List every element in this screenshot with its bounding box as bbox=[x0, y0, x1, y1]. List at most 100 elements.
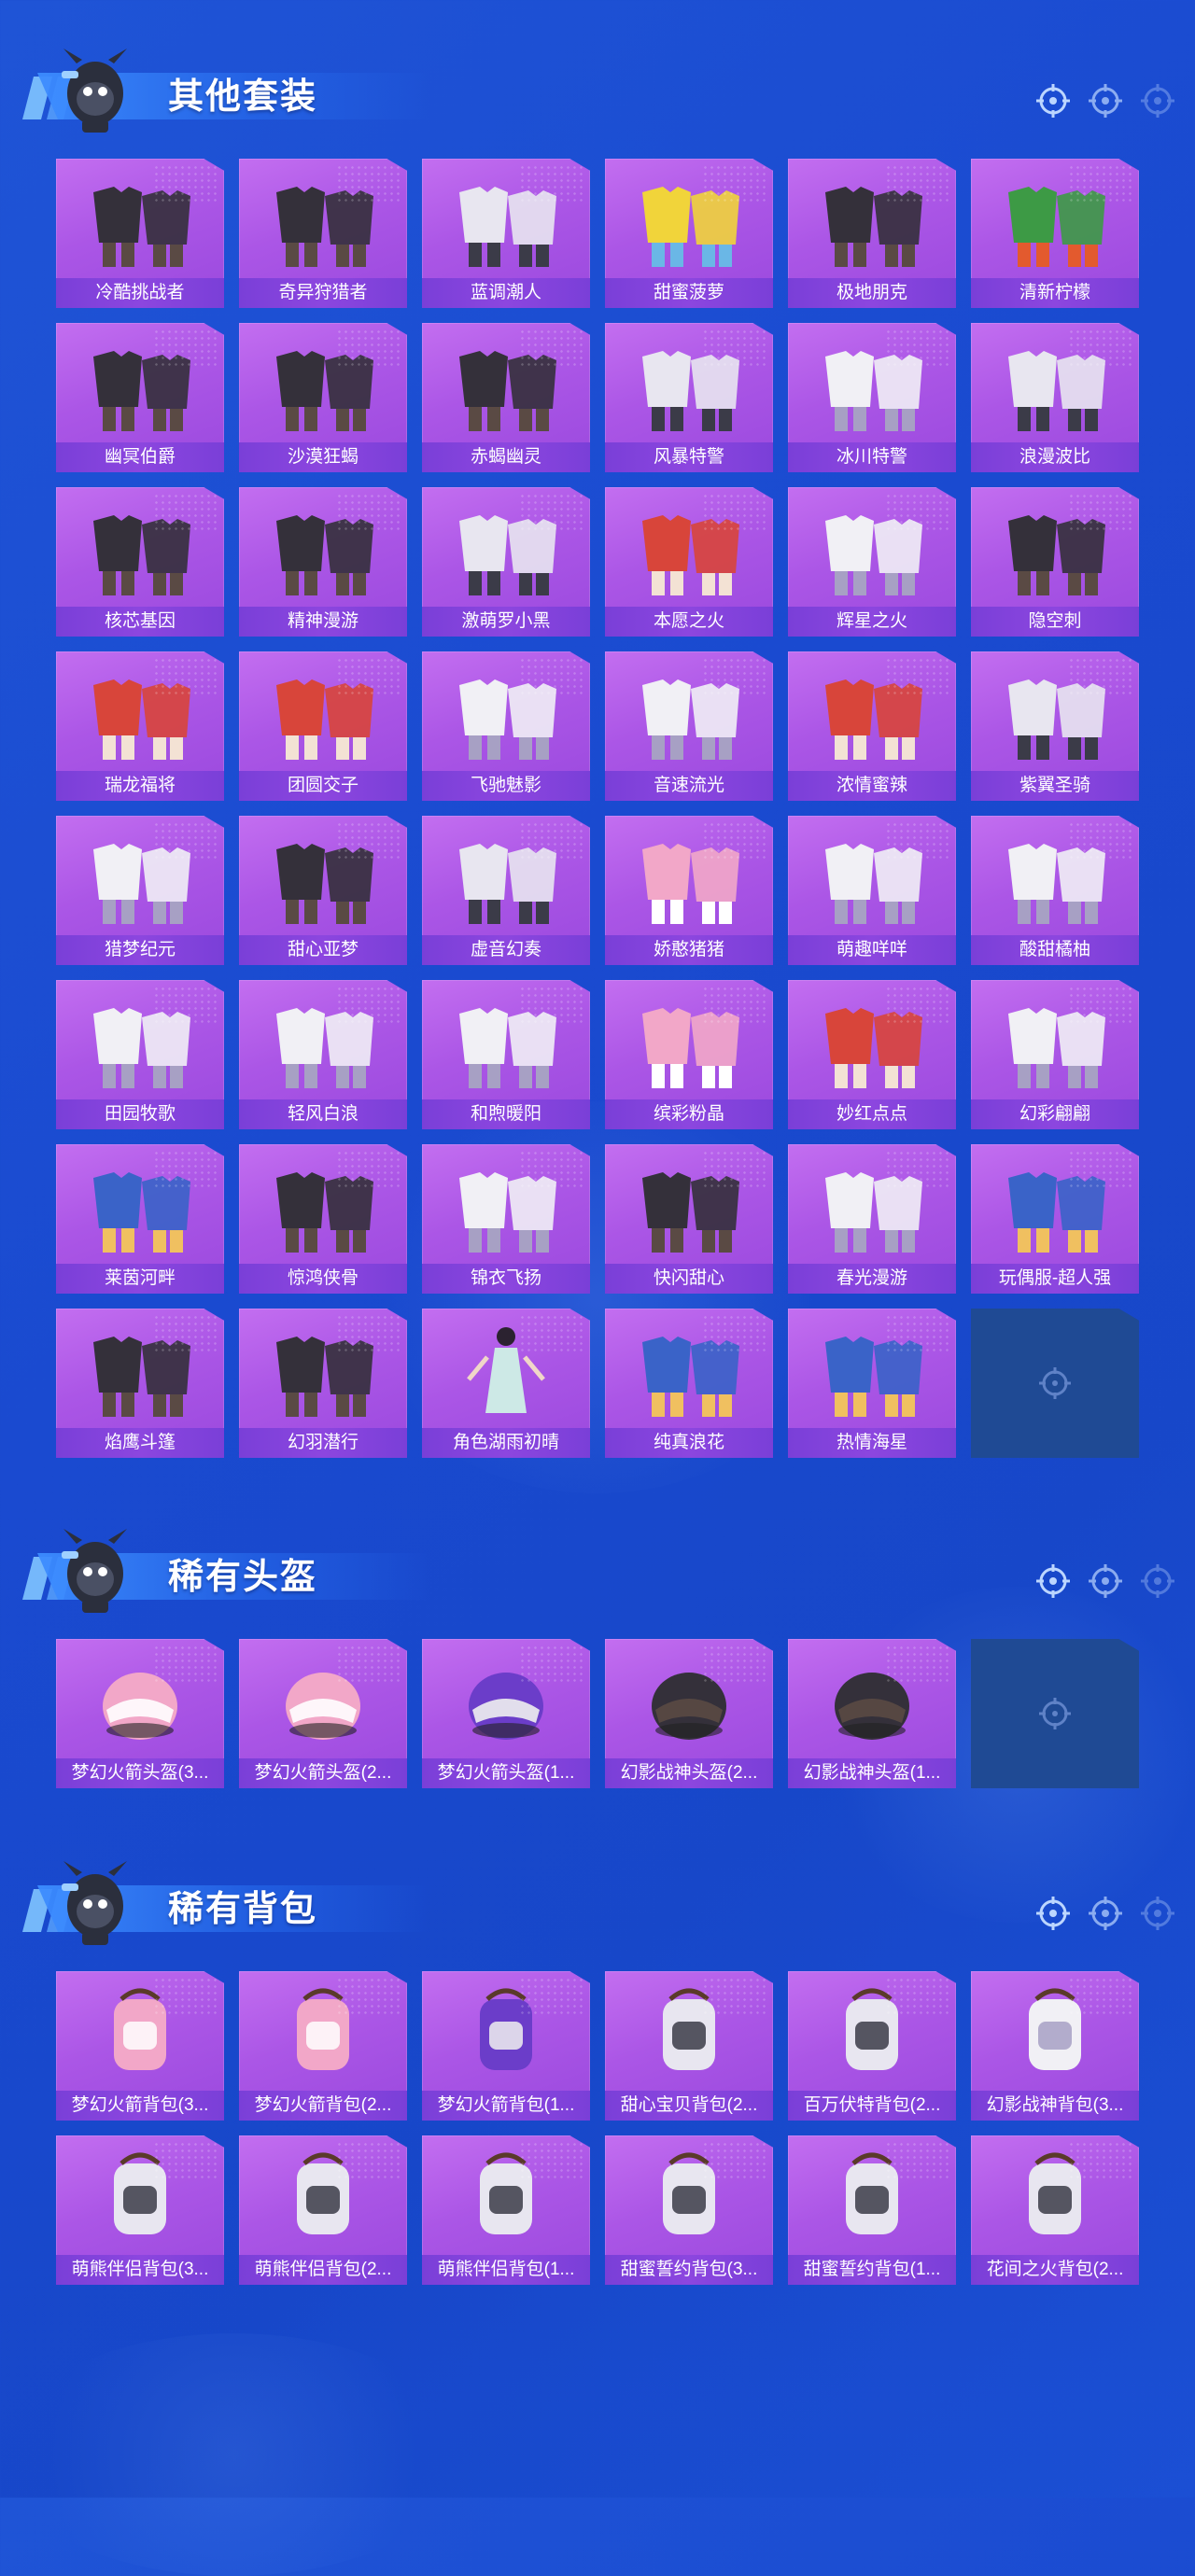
item-card[interactable]: 本愿之火 bbox=[605, 487, 773, 637]
item-card[interactable]: 梦幻火箭头盔(2... bbox=[239, 1639, 407, 1788]
item-label: 沙漠狂蝎 bbox=[239, 442, 407, 472]
item-card[interactable]: 幻彩翩翩 bbox=[971, 980, 1139, 1129]
dark-outfit-icon bbox=[93, 515, 190, 595]
item-label: 幻影战神背包(3... bbox=[971, 2091, 1139, 2121]
item-card[interactable]: 风暴特警 bbox=[605, 323, 773, 472]
item-card[interactable]: 田园牧歌 bbox=[56, 980, 224, 1129]
item-card[interactable]: 轻风白浪 bbox=[239, 980, 407, 1129]
item-label: 快闪甜心 bbox=[605, 1264, 773, 1294]
item-card[interactable]: 快闪甜心 bbox=[605, 1144, 773, 1294]
item-card[interactable]: 角色湖雨初晴 bbox=[422, 1309, 590, 1458]
yellow-outfit-icon bbox=[642, 187, 739, 267]
item-card[interactable]: 热情海星 bbox=[788, 1309, 956, 1458]
item-card[interactable]: 甜蜜誓约背包(1... bbox=[788, 2135, 956, 2285]
purple-helmet-icon bbox=[469, 1673, 543, 1740]
item-card[interactable]: 冷酷挑战者 bbox=[56, 159, 224, 308]
item-card[interactable]: 幻影战神背包(3... bbox=[971, 1971, 1139, 2121]
item-card[interactable]: 萌熊伴侣背包(3... bbox=[56, 2135, 224, 2285]
item-card[interactable]: 甜心宝贝背包(2... bbox=[605, 1971, 773, 2121]
blue-outfit-icon bbox=[642, 1337, 739, 1417]
item-label: 虚音幻奏 bbox=[422, 935, 590, 965]
item-card[interactable]: 莱茵河畔 bbox=[56, 1144, 224, 1294]
item-card[interactable]: 浓情蜜辣 bbox=[788, 651, 956, 801]
item-label: 幻影战神头盔(2... bbox=[605, 1758, 773, 1788]
cat-backpack-icon bbox=[846, 1988, 898, 2070]
dark-helmet-icon bbox=[835, 1673, 909, 1740]
item-label: 角色湖雨初晴 bbox=[422, 1428, 590, 1458]
item-card[interactable]: 精神漫游 bbox=[239, 487, 407, 637]
heart-backpack-icon bbox=[846, 2152, 898, 2234]
item-card[interactable]: 幻影战神头盔(1... bbox=[788, 1639, 956, 1788]
item-card[interactable]: 团圆交子 bbox=[239, 651, 407, 801]
item-card[interactable]: 极地朋克 bbox=[788, 159, 956, 308]
dark-outfit-icon bbox=[276, 351, 373, 431]
item-card[interactable]: 紫翼圣骑 bbox=[971, 651, 1139, 801]
item-card[interactable]: 春光漫游 bbox=[788, 1144, 956, 1294]
item-card[interactable]: 纯真浪花 bbox=[605, 1309, 773, 1458]
item-card[interactable]: 焰鹰斗篷 bbox=[56, 1309, 224, 1458]
item-card[interactable]: 梦幻火箭背包(1... bbox=[422, 1971, 590, 2121]
item-card[interactable]: 冰川特警 bbox=[788, 323, 956, 472]
item-card[interactable]: 梦幻火箭背包(2... bbox=[239, 1971, 407, 2121]
item-card[interactable]: 幽冥伯爵 bbox=[56, 323, 224, 472]
item-card[interactable]: 缤彩粉晶 bbox=[605, 980, 773, 1129]
crosshair-icon bbox=[1141, 1564, 1174, 1598]
item-card[interactable]: 飞驰魅影 bbox=[422, 651, 590, 801]
dark-outfit-icon bbox=[276, 187, 373, 267]
white-outfit-icon bbox=[459, 1172, 556, 1253]
item-card[interactable]: 隐空刺 bbox=[971, 487, 1139, 637]
item-card[interactable]: 萌熊伴侣背包(2... bbox=[239, 2135, 407, 2285]
character-icon bbox=[467, 1327, 545, 1413]
item-card[interactable]: 浪漫波比 bbox=[971, 323, 1139, 472]
item-card[interactable]: 猎梦纪元 bbox=[56, 816, 224, 965]
item-card[interactable]: 幻影战神头盔(2... bbox=[605, 1639, 773, 1788]
item-card[interactable]: 瑞龙福将 bbox=[56, 651, 224, 801]
item-card[interactable]: 甜蜜誓约背包(3... bbox=[605, 2135, 773, 2285]
item-card[interactable]: 梦幻火箭头盔(1... bbox=[422, 1639, 590, 1788]
item-card[interactable]: 萌熊伴侣背包(1... bbox=[422, 2135, 590, 2285]
item-card[interactable]: 奇异狩猎者 bbox=[239, 159, 407, 308]
item-card[interactable]: 甜蜜菠萝 bbox=[605, 159, 773, 308]
section-title: 其他套装 bbox=[168, 77, 318, 117]
item-card[interactable]: 甜心亚梦 bbox=[239, 816, 407, 965]
item-card[interactable]: 惊鸿侠骨 bbox=[239, 1144, 407, 1294]
dark-outfit-icon bbox=[825, 187, 922, 267]
item-card[interactable]: 清新柠檬 bbox=[971, 159, 1139, 308]
outfit-icon bbox=[1008, 351, 1105, 431]
pink-outfit-icon bbox=[642, 844, 739, 924]
item-card[interactable]: 蓝调潮人 bbox=[422, 159, 590, 308]
crosshair-icon bbox=[1141, 84, 1174, 118]
dark-outfit-icon bbox=[93, 1337, 190, 1417]
white-outfit-icon bbox=[276, 1008, 373, 1088]
section-title: 稀有背包 bbox=[168, 1890, 318, 1929]
section-header: 稀有背包 bbox=[22, 1850, 1174, 1953]
item-card[interactable]: 花间之火背包(2... bbox=[971, 2135, 1139, 2285]
item-card[interactable]: 玩偶服-超人强 bbox=[971, 1144, 1139, 1294]
outfit-icon bbox=[459, 844, 556, 924]
item-card[interactable]: 和煦暖阳 bbox=[422, 980, 590, 1129]
item-card[interactable]: 赤蝎幽灵 bbox=[422, 323, 590, 472]
item-card[interactable]: 锦衣飞扬 bbox=[422, 1144, 590, 1294]
blue-outfit-icon bbox=[93, 1172, 190, 1253]
item-card[interactable]: 幻羽潜行 bbox=[239, 1309, 407, 1458]
outfit-icon bbox=[1008, 679, 1105, 760]
item-card[interactable]: 妙红点点 bbox=[788, 980, 956, 1129]
item-card[interactable]: 梦幻火箭背包(3... bbox=[56, 1971, 224, 2121]
item-label: 甜蜜誓约背包(3... bbox=[605, 2255, 773, 2285]
item-label: 缤彩粉晶 bbox=[605, 1099, 773, 1129]
item-label: 萌趣咩咩 bbox=[788, 935, 956, 965]
item-card[interactable]: 娇憨猪猪 bbox=[605, 816, 773, 965]
item-label: 核芯基因 bbox=[56, 607, 224, 637]
item-card[interactable]: 酸甜橘柚 bbox=[971, 816, 1139, 965]
item-label: 本愿之火 bbox=[605, 607, 773, 637]
item-card[interactable]: 百万伏特背包(2... bbox=[788, 1971, 956, 2121]
item-card[interactable]: 沙漠狂蝎 bbox=[239, 323, 407, 472]
item-card[interactable]: 激萌罗小黑 bbox=[422, 487, 590, 637]
item-card[interactable]: 音速流光 bbox=[605, 651, 773, 801]
item-card[interactable]: 虚音幻奏 bbox=[422, 816, 590, 965]
item-card[interactable]: 辉星之火 bbox=[788, 487, 956, 637]
item-card[interactable]: 梦幻火箭头盔(3... bbox=[56, 1639, 224, 1788]
item-card[interactable]: 萌趣咩咩 bbox=[788, 816, 956, 965]
heart-backpack-icon bbox=[663, 2152, 715, 2234]
item-card[interactable]: 核芯基因 bbox=[56, 487, 224, 637]
